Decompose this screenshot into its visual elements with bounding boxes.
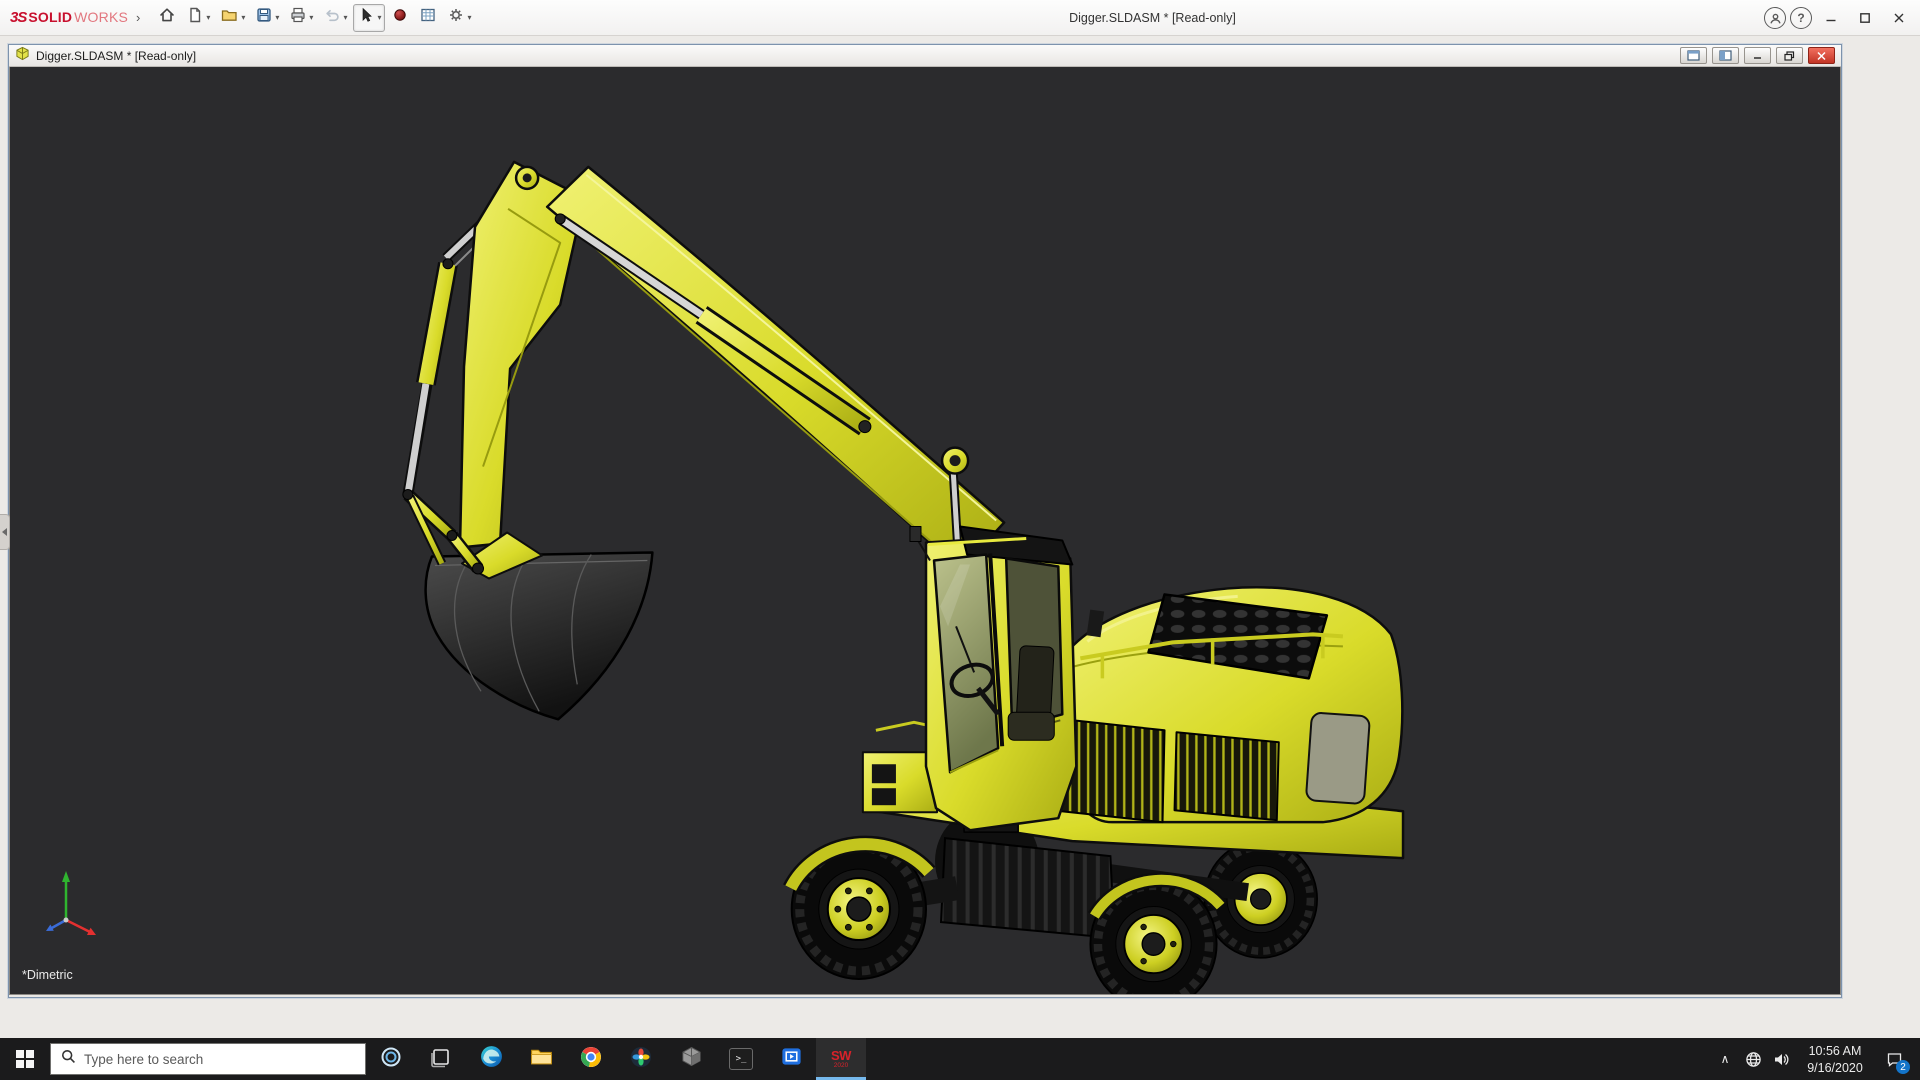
- search-icon: [61, 1049, 76, 1069]
- design-table-button[interactable]: [415, 4, 441, 32]
- solidworks-logo: 3S SOLID WORKS: [0, 9, 128, 26]
- volume-icon[interactable]: [1767, 1038, 1795, 1080]
- search-input[interactable]: [84, 1052, 355, 1067]
- excavator-body: [863, 527, 1403, 859]
- document-title: Digger.SLDASM * [Read-only]: [36, 49, 196, 63]
- user-account-icon[interactable]: [1764, 7, 1786, 29]
- clock-date: 9/16/2020: [1795, 1060, 1875, 1077]
- app-title: Digger.SLDASM * [Read-only]: [560, 0, 1745, 36]
- reference-triad: [36, 868, 106, 948]
- viewport-3d[interactable]: *Dimetric: [9, 67, 1841, 995]
- edge-icon: [479, 1044, 504, 1074]
- file-explorer-icon: [529, 1044, 554, 1074]
- quick-access-toolbar: ▾ ▾ ▾ ▾ ▾ ▾: [154, 0, 475, 36]
- doc-restore-button[interactable]: [1776, 47, 1803, 64]
- save-icon: [255, 6, 273, 29]
- split-window-button[interactable]: [1712, 47, 1739, 64]
- cube-app-icon: [680, 1045, 703, 1073]
- photos-icon: [629, 1045, 653, 1074]
- taskbar-search[interactable]: [50, 1043, 366, 1075]
- taskbar-item-terminal[interactable]: >_: [716, 1038, 766, 1080]
- design-table-icon: [419, 6, 437, 29]
- select-arrow-icon: [357, 6, 375, 29]
- print-button[interactable]: ▾: [285, 4, 317, 32]
- taskbar-item-photos[interactable]: [616, 1038, 666, 1080]
- taskbar-item-movies-tv[interactable]: [766, 1038, 816, 1080]
- hidden-icons-chevron[interactable]: ∧: [1711, 1038, 1739, 1080]
- open-folder-icon: [220, 6, 239, 29]
- home-button[interactable]: [154, 4, 180, 32]
- home-icon: [158, 6, 176, 29]
- dropdown-caret-icon[interactable]: ▾: [206, 14, 210, 22]
- options-gear-icon: [447, 6, 465, 29]
- record-macro-button[interactable]: [387, 4, 413, 32]
- network-icon[interactable]: [1739, 1038, 1767, 1080]
- taskbar-item-file-explorer[interactable]: [516, 1038, 566, 1080]
- doc-close-button[interactable]: [1808, 47, 1835, 64]
- new-document-icon: [186, 6, 204, 29]
- dropdown-caret-icon[interactable]: ▾: [241, 14, 245, 22]
- taskbar-item-solidworks-2020[interactable]: SW 2020: [816, 1038, 866, 1080]
- document-window: Digger.SLDASM * [Read-only]: [8, 44, 1842, 998]
- record-macro-icon: [392, 7, 408, 28]
- solidworks-desktop: 3S SOLID WORKS › ▾ ▾ ▾ ▾: [0, 0, 1920, 1080]
- workspace: Digger.SLDASM * [Read-only]: [0, 36, 1920, 1038]
- cortana-icon: [379, 1045, 403, 1074]
- dropdown-caret-icon[interactable]: ▾: [275, 14, 279, 22]
- options-button[interactable]: ▾: [443, 4, 475, 32]
- app-titlebar: 3S SOLID WORKS › ▾ ▾ ▾ ▾: [0, 0, 1920, 36]
- taskbar-item-cortana[interactable]: [366, 1038, 416, 1080]
- windows-start-icon: [16, 1050, 34, 1068]
- action-center-button[interactable]: 2: [1875, 1038, 1913, 1080]
- taskbar-item-chrome[interactable]: [566, 1038, 616, 1080]
- help-icon[interactable]: ?: [1790, 7, 1812, 29]
- movies-tv-icon: [780, 1045, 803, 1073]
- taskbar-item-task-view[interactable]: [416, 1038, 466, 1080]
- app-maximize-button[interactable]: [1850, 4, 1880, 32]
- clock-time: 10:56 AM: [1795, 1043, 1875, 1060]
- select-tool-button[interactable]: ▾: [353, 4, 385, 32]
- terminal-icon: >_: [729, 1048, 753, 1070]
- doc-minimize-button[interactable]: [1744, 47, 1771, 64]
- dropdown-caret-icon[interactable]: ▾: [467, 14, 471, 22]
- app-close-button[interactable]: [1884, 4, 1914, 32]
- toolbar-expand-arrow[interactable]: ›: [136, 10, 140, 25]
- notification-badge: 2: [1896, 1060, 1910, 1074]
- new-window-button[interactable]: [1680, 47, 1707, 64]
- view-orientation-label: *Dimetric: [22, 968, 73, 982]
- save-button[interactable]: ▾: [251, 4, 283, 32]
- system-tray: ∧ 10:56 AM 9/16/2020 2: [1711, 1038, 1920, 1080]
- app-titlebar-controls: ?: [1764, 0, 1914, 36]
- start-button[interactable]: [0, 1038, 50, 1080]
- new-document-button[interactable]: ▾: [182, 4, 214, 32]
- open-button[interactable]: ▾: [216, 4, 249, 32]
- document-window-controls: [1680, 47, 1835, 64]
- taskbar-clock[interactable]: 10:56 AM 9/16/2020: [1795, 1042, 1875, 1077]
- dropdown-caret-icon[interactable]: ▾: [309, 14, 313, 22]
- windows-taskbar: >_ SW 2020 ∧ 10:56 AM 9/16/2020: [0, 1038, 1920, 1080]
- solidworks-2020-icon: SW 2020: [831, 1049, 851, 1070]
- document-titlebar: Digger.SLDASM * [Read-only]: [9, 45, 1841, 67]
- dassault-logo-icon: 3S: [10, 9, 26, 26]
- app-minimize-button[interactable]: [1816, 4, 1846, 32]
- excavator-arm: [403, 162, 1004, 719]
- dropdown-caret-icon[interactable]: ▾: [377, 14, 381, 22]
- taskbar-item-cube-app[interactable]: [666, 1038, 716, 1080]
- undo-button[interactable]: ▾: [319, 4, 351, 32]
- excavator-model: [10, 67, 1840, 994]
- task-view-icon: [430, 1046, 452, 1073]
- dropdown-caret-icon[interactable]: ▾: [343, 14, 347, 22]
- print-icon: [289, 6, 307, 29]
- collapse-arrow-icon: [2, 528, 7, 536]
- feature-manager-flyout-tab[interactable]: [0, 514, 10, 550]
- undo-icon: [323, 6, 341, 29]
- chrome-icon: [579, 1045, 603, 1074]
- taskbar-item-edge[interactable]: [466, 1038, 516, 1080]
- assembly-document-icon: [15, 46, 30, 66]
